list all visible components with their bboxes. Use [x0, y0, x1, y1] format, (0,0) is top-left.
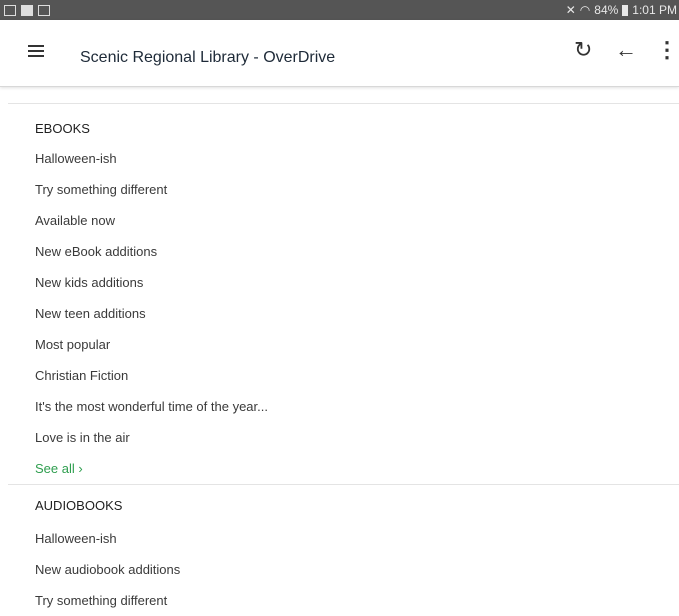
clock: 1:01 PM: [632, 3, 677, 17]
battery-icon: [622, 4, 629, 16]
audiobooks-section-header: AUDIOBOOKS: [35, 498, 123, 513]
more-vertical-icon[interactable]: ⋮: [656, 36, 678, 64]
back-arrow-icon[interactable]: ←: [615, 36, 637, 64]
ebook-collection-item[interactable]: Christian Fiction: [35, 360, 679, 391]
ebook-collection-item[interactable]: New teen additions: [35, 298, 679, 329]
mail-notification-icon: [38, 4, 50, 16]
app-title: Scenic Regional Library - OverDrive: [80, 49, 336, 66]
ebook-collection-item[interactable]: Love is in the air: [35, 422, 679, 453]
ebook-collection-item[interactable]: Try something different: [35, 174, 679, 205]
app-bar: Scenic Regional Library - OverDrive ↻ ← …: [0, 20, 679, 87]
ebook-collection-item[interactable]: It's the most wonderful time of the year…: [35, 391, 679, 422]
battery-percent: 84%: [594, 3, 619, 17]
ebook-collection-item[interactable]: New kids additions: [35, 267, 679, 298]
hamburger-menu-icon[interactable]: [28, 45, 48, 61]
refresh-icon[interactable]: ↻: [574, 36, 592, 64]
ebook-collection-item[interactable]: Halloween-ish: [35, 143, 679, 174]
collections-list: EBOOKS Halloween-ish Try something diffe…: [0, 103, 679, 616]
status-bar: ✕ ◠ 84% 1:01 PM: [0, 0, 679, 20]
ebook-collection-item[interactable]: New eBook additions: [35, 236, 679, 267]
audiobook-collection-item[interactable]: New audiobook additions: [35, 554, 679, 585]
ebooks-see-all-link[interactable]: See all ›: [35, 453, 679, 484]
audiobook-collection-item[interactable]: Halloween-ish: [35, 523, 679, 554]
mute-icon: ✕: [565, 3, 576, 17]
wifi-icon: ◠: [579, 3, 591, 17]
image-notification-icon: [4, 4, 16, 16]
ebook-collection-item[interactable]: Available now: [35, 205, 679, 236]
ebook-collection-item[interactable]: Most popular: [35, 329, 679, 360]
app-notification-icon: [21, 4, 33, 16]
ebooks-section-header: EBOOKS: [35, 121, 90, 136]
audiobook-collection-item[interactable]: Try something different: [35, 585, 679, 616]
